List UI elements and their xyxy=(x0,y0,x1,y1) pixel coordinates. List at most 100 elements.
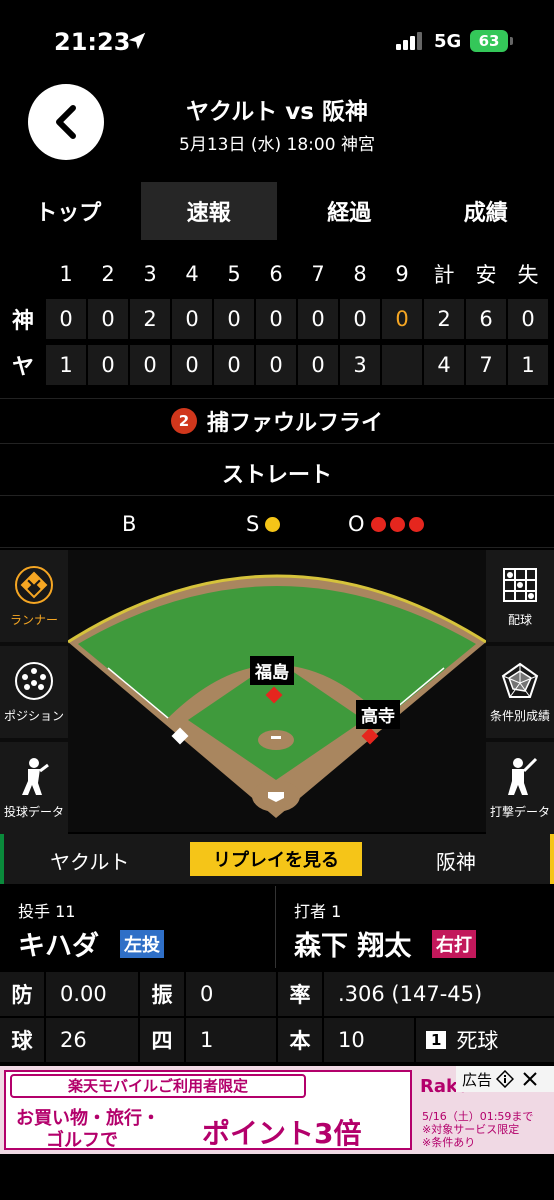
position-dots-icon xyxy=(15,661,53,700)
ball-count: B xyxy=(122,512,136,536)
pitch-location-label: 配球 xyxy=(507,612,532,627)
ad-note-line: ※対象サービス限定 xyxy=(422,1123,520,1136)
pitch-location-button[interactable]: 配球 xyxy=(486,550,554,642)
pitching-data-button[interactable]: 投球データ xyxy=(0,742,68,834)
tab-progress[interactable]: 経過 xyxy=(281,182,418,240)
pitching-data-label: 投球データ xyxy=(3,804,64,819)
pitcher-hand-badge: 左投 xyxy=(120,930,164,958)
ad-note-line: ※条件あり xyxy=(422,1136,476,1149)
location-arrow-icon xyxy=(128,32,146,50)
inning-score: 0 xyxy=(256,299,296,339)
situational-stats-label: 条件別成績 xyxy=(489,708,550,723)
stat-value-pitches: 26 xyxy=(46,1018,138,1062)
inning-header: 5 xyxy=(227,262,241,286)
batting-data-button[interactable]: 打撃データ xyxy=(486,742,554,834)
play-number-badge: 2 xyxy=(170,408,197,434)
runner-label-second: 福島 xyxy=(250,656,294,685)
position-view-label: ポジション xyxy=(3,708,64,723)
field-area: ランナー ポジション 投球データ 配球 条件別成績 打撃データ 福島 高寺 xyxy=(0,550,554,834)
back-button[interactable] xyxy=(28,84,104,160)
inning-header: 6 xyxy=(269,262,283,286)
pitch-grid-icon xyxy=(503,567,537,602)
inning-score-current: 0 xyxy=(382,299,422,339)
baseball-field xyxy=(68,574,486,818)
battery-tip xyxy=(510,37,513,45)
ad-note: 5/16（土）01:59まで ※対象サービス限定 ※条件あり xyxy=(422,1110,533,1149)
home-team-color xyxy=(0,834,4,884)
batter-role: 打者 1 xyxy=(294,902,342,921)
ad-top-banner: 楽天モバイルご利用者限定 xyxy=(10,1074,306,1098)
scoreboard: 1 2 3 4 5 6 7 8 9 計 安 失 神 0 0 2 0 0 0 0 … xyxy=(0,252,554,388)
count-indicator: B S O xyxy=(0,500,554,548)
inning-score: 0 xyxy=(172,345,212,385)
matchup: 投手 11 キハダ 左投 打者 1 森下 翔太 右打 xyxy=(0,886,554,968)
inning-score: 0 xyxy=(46,299,86,339)
runner-view-button[interactable]: ランナー xyxy=(0,550,68,642)
close-icon[interactable] xyxy=(522,1071,538,1087)
inning-score xyxy=(382,345,422,385)
stat-value-avg: .306 (147-45) xyxy=(324,972,554,1016)
inning-header: 7 xyxy=(311,262,325,286)
team-bar: ヤクルト リプレイを見る 阪神 xyxy=(0,834,554,884)
stat-label-walks: 四 xyxy=(140,1018,184,1062)
header: ヤクルト vs 阪神 5月13日 (水) 18:00 神宮 xyxy=(0,80,554,178)
pitcher-role: 投手 11 xyxy=(18,902,76,921)
inning-header: 9 xyxy=(395,262,409,286)
tab-stats[interactable]: 成績 xyxy=(418,182,554,240)
team-abbr: ヤ xyxy=(11,355,34,380)
position-view-button[interactable]: ポジション xyxy=(0,646,68,738)
inning-score: 0 xyxy=(130,345,170,385)
out-dot xyxy=(370,516,386,532)
inning-score: 3 xyxy=(340,345,380,385)
batting-data-label: 打撃データ xyxy=(489,804,550,819)
away-team-color xyxy=(550,834,554,884)
away-team-name[interactable]: 阪神 xyxy=(436,846,476,875)
total-runs: 2 xyxy=(424,299,464,339)
play-result-text: 捕ファウルフライ xyxy=(206,411,383,436)
history-number: 1 xyxy=(426,1031,447,1049)
signal-icon xyxy=(396,32,424,50)
ad-creative[interactable]: 楽天モバイルご利用者限定 お買い物・旅行・ ゴルフで ポイント3倍 xyxy=(4,1070,412,1151)
scoreboard-row-home: ヤ 1 0 0 0 0 0 0 3 4 7 1 xyxy=(0,342,554,388)
inning-score: 0 xyxy=(88,345,128,385)
pitcher-panel[interactable]: 投手 11 キハダ 左投 xyxy=(0,886,276,968)
match-title: ヤクルト vs 阪神 xyxy=(185,99,368,125)
total-header-runs: 計 xyxy=(433,263,455,287)
info-icon[interactable] xyxy=(496,1070,515,1088)
stat-label-avg: 率 xyxy=(278,972,322,1016)
ad-line2: ゴルフで xyxy=(46,1130,118,1151)
batter-name: 森下 翔太 xyxy=(294,931,412,962)
replay-button[interactable]: リプレイを見る xyxy=(190,842,362,876)
tab-top[interactable]: トップ xyxy=(0,182,137,240)
ad-label-text: 広告 xyxy=(462,1070,493,1089)
network-label: 5G xyxy=(434,31,462,52)
inning-header: 4 xyxy=(185,262,199,286)
inning-header: 8 xyxy=(353,262,367,286)
chevron-left-icon xyxy=(56,105,76,139)
runner-diamond-icon xyxy=(15,565,53,604)
batter-icon xyxy=(508,757,538,795)
ad-headline: ポイント3倍 xyxy=(202,1117,362,1150)
total-errors: 1 xyxy=(508,345,548,385)
strike-label: S xyxy=(246,512,260,536)
status-time: 21:23 xyxy=(54,28,131,56)
situational-stats-button[interactable]: 条件別成績 xyxy=(486,646,554,738)
inning-header: 3 xyxy=(143,262,157,286)
ad-label[interactable]: 広告 xyxy=(456,1066,554,1092)
pitch-type: ストレート xyxy=(0,450,554,496)
inning-score: 0 xyxy=(214,345,254,385)
battery-icon: 63 xyxy=(470,30,508,52)
play-result: 2 捕ファウルフライ xyxy=(0,398,554,444)
inning-score: 0 xyxy=(298,345,338,385)
stat-label-homeruns: 本 xyxy=(278,1018,322,1062)
out-dot xyxy=(389,516,405,532)
batter-panel[interactable]: 打者 1 森下 翔太 右打 xyxy=(278,886,554,968)
strike-count: S xyxy=(246,512,281,536)
out-count: O xyxy=(348,512,424,536)
ball-label: B xyxy=(122,512,137,536)
inning-score: 1 xyxy=(46,345,86,385)
inning-score: 0 xyxy=(88,299,128,339)
at-bat-history[interactable]: 1 死球 xyxy=(416,1018,554,1062)
home-team-name[interactable]: ヤクルト xyxy=(50,846,129,875)
tab-live[interactable]: 速報 xyxy=(140,182,277,240)
